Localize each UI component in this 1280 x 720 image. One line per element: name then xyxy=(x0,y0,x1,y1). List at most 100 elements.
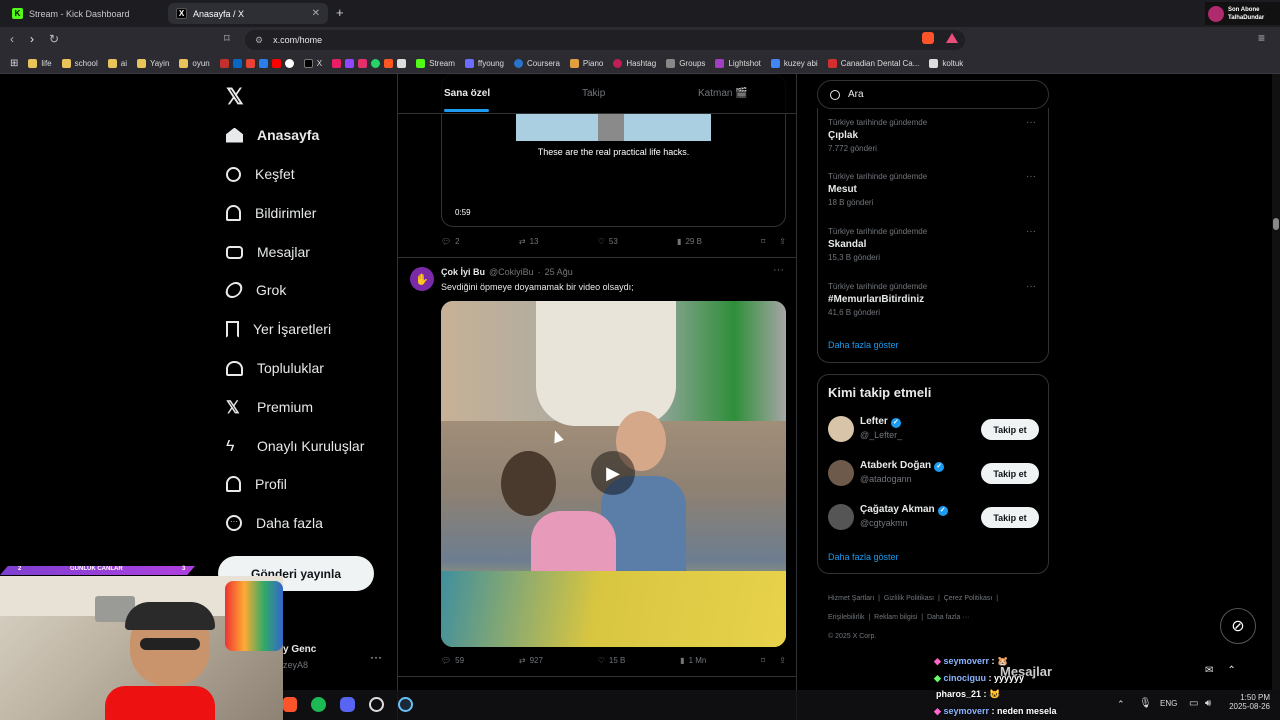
footer-link[interactable]: Daha fazla ··· xyxy=(927,614,969,621)
apps-icon[interactable]: ⊞ xyxy=(10,58,18,69)
mic-icon[interactable]: 🎙︎ xyxy=(1139,698,1152,709)
spotify-taskbar-icon[interactable] xyxy=(311,697,326,712)
sidebar-item-grok[interactable]: Grok xyxy=(223,278,286,302)
scrollbar[interactable] xyxy=(1272,74,1280,690)
trend-more-icon[interactable]: ··· xyxy=(1026,226,1036,237)
bookmark-item[interactable]: Stream xyxy=(416,58,455,68)
account-menu-icon[interactable]: ··· xyxy=(370,650,382,664)
bookmark-item[interactable]: school xyxy=(61,58,98,68)
twitch-icon[interactable] xyxy=(345,58,355,68)
grok-fab-icon[interactable]: ⊘ xyxy=(1220,608,1256,644)
discord-taskbar-icon[interactable] xyxy=(340,697,355,712)
share-icon[interactable]: ⇪ xyxy=(779,656,786,665)
menu-icon[interactable]: ≡ xyxy=(1258,31,1265,45)
bookmark-item[interactable]: koltuk xyxy=(929,58,963,68)
new-message-icon[interactable]: ✉ xyxy=(1205,665,1213,676)
repost-button[interactable]: ⇄ 927 xyxy=(519,656,543,665)
bookmark-item[interactable]: Lightshot xyxy=(715,58,761,68)
language-indicator[interactable]: ENG xyxy=(1160,699,1177,708)
follow-button[interactable]: Takip et xyxy=(981,419,1039,440)
bookmark-item[interactable]: X xyxy=(303,58,322,68)
bookmark-item[interactable]: kuzey abi xyxy=(770,58,818,68)
trend-more-icon[interactable]: ··· xyxy=(1026,281,1036,292)
author-handle[interactable]: @CokiyiBu xyxy=(489,267,534,277)
messages-drawer[interactable]: ✉ ⌃ xyxy=(1195,655,1280,685)
reply-button[interactable]: 💬︎ 2 xyxy=(441,237,460,246)
site-icon[interactable] xyxy=(258,58,268,68)
sidebar-item-bookmarks[interactable]: Yer İşaretleri xyxy=(226,317,331,341)
sidebar-item-notifications[interactable]: Bildirimler xyxy=(226,201,316,225)
tweet-date[interactable]: 25 Ağu xyxy=(545,267,573,277)
site-info-icon[interactable]: ⚙ xyxy=(255,35,263,46)
close-tab-icon[interactable]: ✕ xyxy=(312,8,320,19)
show-more-follows-link[interactable]: Daha fazla göster xyxy=(828,552,899,562)
reply-button[interactable]: 💬︎ 59 xyxy=(441,656,464,665)
sidebar-item-premium[interactable]: 𝕏 Premium xyxy=(226,395,313,419)
search-input[interactable]: Ara xyxy=(817,80,1049,109)
like-button[interactable]: ♡ 53 xyxy=(598,237,618,246)
avatar[interactable] xyxy=(828,416,854,442)
site-icon[interactable] xyxy=(332,58,342,68)
play-icon[interactable]: ▶ xyxy=(591,451,635,495)
back-icon[interactable]: ‹ xyxy=(10,32,14,46)
repost-button[interactable]: ⇄ 13 xyxy=(519,237,539,246)
gmail-icon[interactable] xyxy=(245,58,255,68)
follow-user[interactable]: Çağatay Akman ✓ @cgtyakmn xyxy=(860,504,948,528)
trend-item[interactable]: Türkiye tarihinde gündemde Mesut 18 B gö… xyxy=(828,172,927,207)
bookmark-icon[interactable]: ⌑ xyxy=(761,656,765,665)
x-logo-icon[interactable]: 𝕏 xyxy=(226,84,244,110)
google-icon[interactable] xyxy=(284,58,294,68)
whatsapp-icon[interactable] xyxy=(371,58,381,68)
bookmark-item[interactable]: Groups xyxy=(666,58,705,68)
trend-more-icon[interactable]: ··· xyxy=(1026,171,1036,182)
bookmark-item[interactable]: Piano xyxy=(569,58,603,68)
volume-icon[interactable]: 🔊︎ xyxy=(1205,698,1211,709)
account-name[interactable]: y Genc xyxy=(283,644,316,655)
bookmark-item[interactable]: ffyoung xyxy=(464,58,504,68)
avatar[interactable] xyxy=(828,504,854,530)
instagram-icon[interactable] xyxy=(358,58,368,68)
brave-rewards-icon[interactable] xyxy=(946,33,958,43)
share-icon[interactable]: ⇪ xyxy=(779,237,786,246)
bookmark-item[interactable]: Yayin xyxy=(136,58,169,68)
author-name[interactable]: Çok İyi Bu xyxy=(441,267,485,277)
show-more-trends-link[interactable]: Daha fazla göster xyxy=(828,340,899,350)
bookmark-item[interactable]: Canadian Dental Ca... xyxy=(827,58,919,68)
sidebar-item-explore[interactable]: Keşfet xyxy=(226,162,295,186)
footer-link[interactable]: Reklam bilgisi xyxy=(874,614,917,621)
avatar[interactable] xyxy=(828,460,854,486)
bookmark-item[interactable]: Coursera xyxy=(514,58,560,68)
sidebar-item-messages[interactable]: Mesajlar xyxy=(226,240,310,264)
forward-icon[interactable]: › xyxy=(30,32,34,46)
follow-user[interactable]: Lefter ✓ @_Lefter_ xyxy=(860,416,902,440)
tab-kick-dashboard[interactable]: K Stream - Kick Dashboard xyxy=(4,3,164,24)
footer-link[interactable]: Çerez Politikası xyxy=(944,595,993,602)
trend-item[interactable]: Türkiye tarihinde gündemde Skandal 15,3 … xyxy=(828,227,927,262)
bookmark-item[interactable]: life xyxy=(28,58,52,68)
scrollbar-thumb[interactable] xyxy=(1273,218,1279,230)
bookmark-item[interactable]: oyun xyxy=(179,58,210,68)
sidebar-item-more[interactable]: ··· Daha fazla xyxy=(226,511,323,535)
sidebar-item-communities[interactable]: Topluluklar xyxy=(226,356,324,380)
bookmark-item[interactable]: ai xyxy=(107,58,127,68)
steam-taskbar-icon[interactable] xyxy=(398,697,413,712)
youtube-icon[interactable] xyxy=(271,58,281,68)
avatar[interactable]: ✋ xyxy=(410,267,434,291)
footer-link[interactable]: Gizlilik Politikası xyxy=(884,595,934,602)
follow-user[interactable]: Ataberk Doğan ✓ @atadogann xyxy=(860,460,945,484)
bookmark-page-icon[interactable]: ⌑ xyxy=(224,32,230,45)
views-button[interactable]: ▮ 1 Mn xyxy=(680,656,706,665)
brave-taskbar-icon[interactable] xyxy=(283,697,297,712)
linkedin-icon[interactable] xyxy=(232,58,242,68)
tab-for-you[interactable]: Sana özel xyxy=(444,88,490,99)
sidebar-item-home[interactable]: Anasayfa xyxy=(226,123,319,147)
trend-more-icon[interactable]: ··· xyxy=(1026,117,1036,128)
footer-link[interactable]: Hizmet Şartları xyxy=(828,595,874,602)
footer-link[interactable]: Erişilebilirlik xyxy=(828,614,865,621)
tweet-more-icon[interactable]: ··· xyxy=(773,264,784,276)
tab-layer[interactable]: Katman 🎬 xyxy=(698,88,748,99)
tweet2-video[interactable]: ▶ xyxy=(441,301,786,647)
follow-button[interactable]: Takip et xyxy=(981,507,1039,528)
app-taskbar-icon[interactable] xyxy=(369,697,384,712)
tab-anasayfa-x[interactable]: X Anasayfa / X ✕ xyxy=(168,3,328,24)
